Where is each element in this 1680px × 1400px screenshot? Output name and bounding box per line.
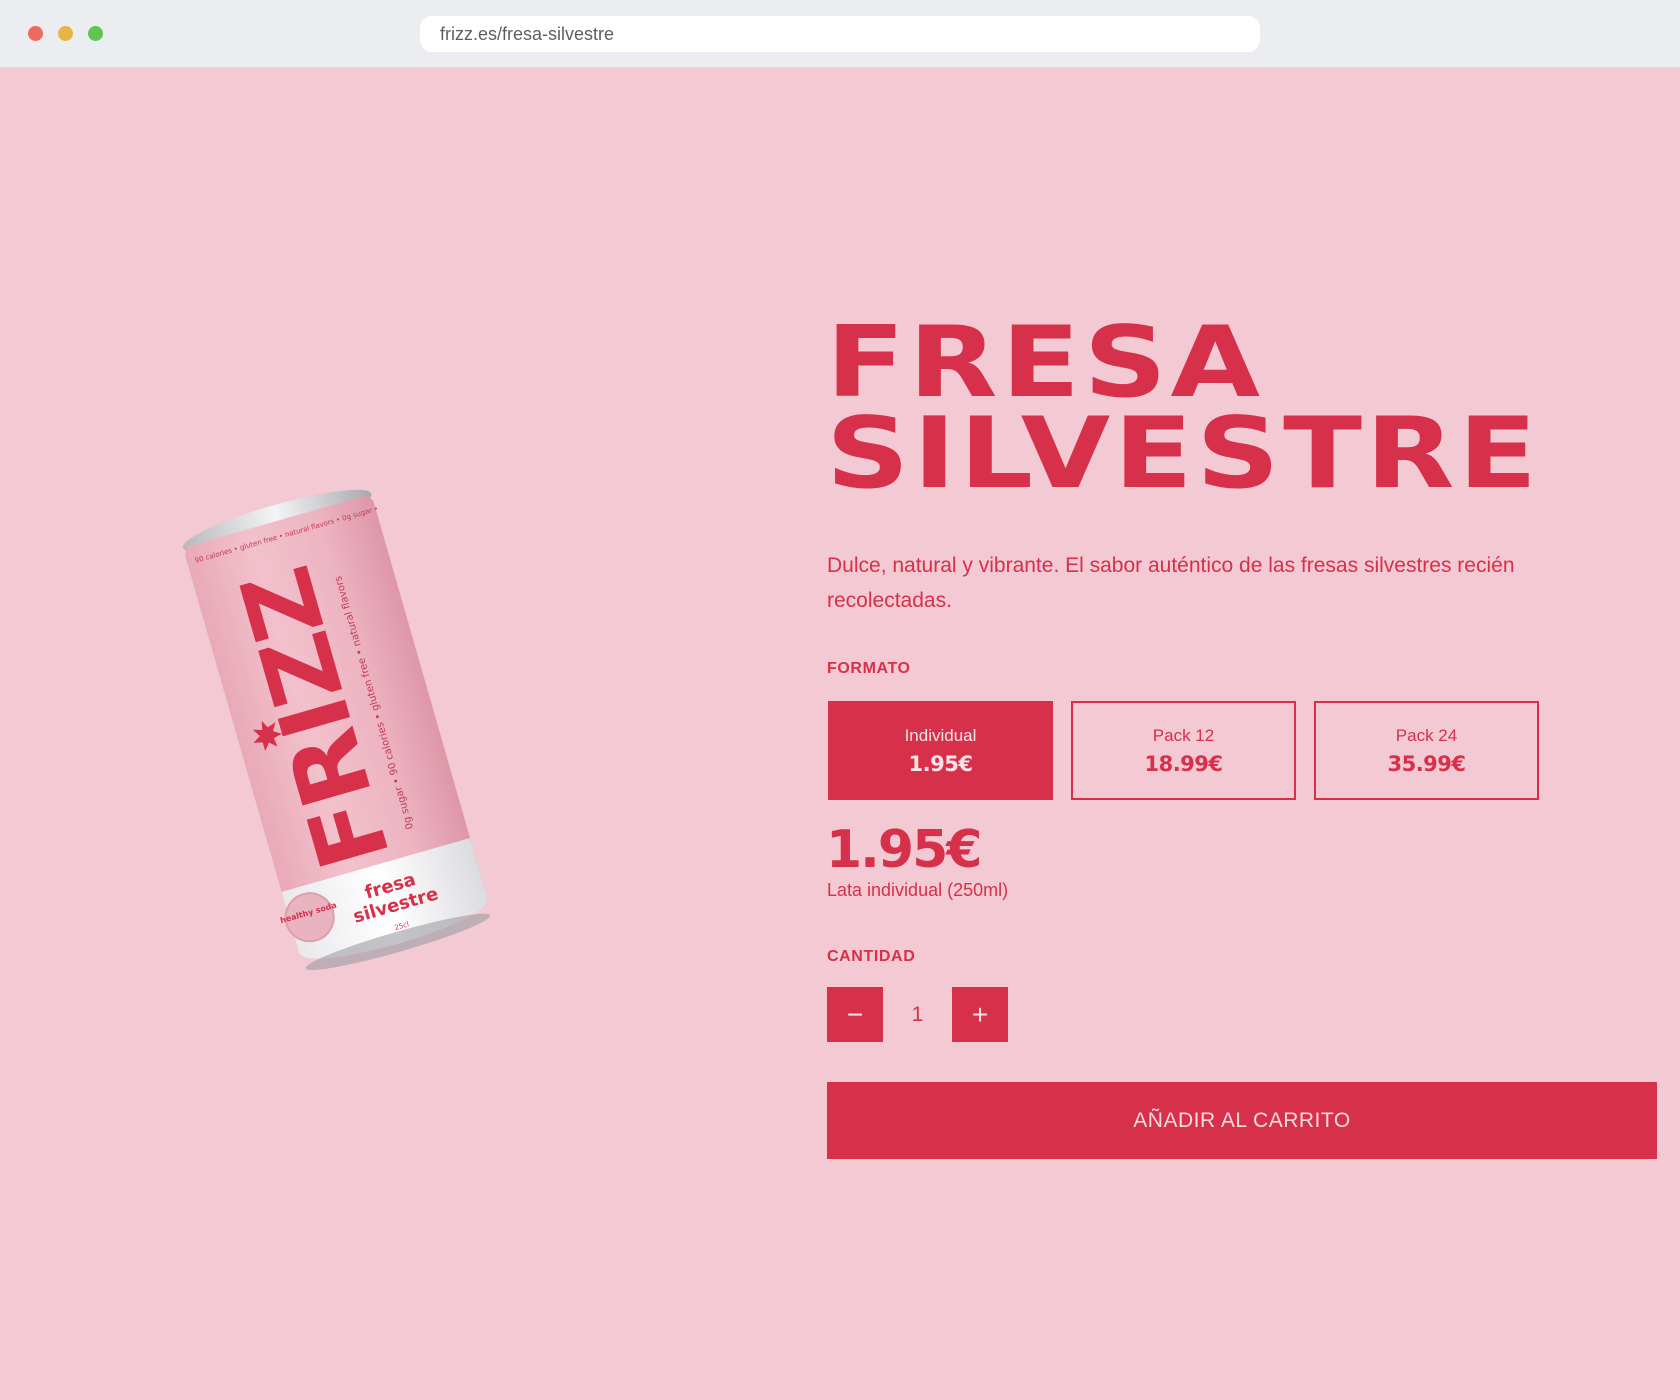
window-minimize-button[interactable] [58,26,73,41]
url-text: frizz.es/fresa-silvestre [440,23,615,44]
product-title-line1: FRESA [826,306,1264,420]
format-option-name: Pack 12 [1152,725,1215,745]
quantity-label: CANTIDAD [827,948,916,965]
plus-icon: + [971,998,989,1030]
add-to-cart-button[interactable]: AÑADIR AL CARRITO [827,1082,1657,1159]
quantity-decrease-button[interactable]: − [827,987,883,1042]
quantity-increase-button[interactable]: + [952,987,1008,1042]
format-option-pack-12[interactable]: Pack 12 18.99€ [1071,701,1296,800]
format-option-price: 1.95€ [908,751,973,776]
format-label: FORMATO [827,660,911,677]
format-option-individual[interactable]: Individual 1.95€ [828,701,1053,800]
window-close-button[interactable] [28,26,43,41]
address-bar[interactable]: frizz.es/fresa-silvestre [420,16,1260,52]
minus-icon: − [846,998,864,1030]
product-image: 90 calories • gluten free • natural flav… [160,450,520,1030]
product-price: 1.95€ [826,820,982,880]
format-option-name: Pack 24 [1395,725,1458,745]
browser-chrome: frizz.es/fresa-silvestre [0,0,1680,68]
format-option-name: Individual [904,725,977,745]
format-option-price: 35.99€ [1387,751,1466,776]
product-title: FRESA SILVESTRE [826,306,1569,512]
price-note: Lata individual (250ml) [827,880,1009,900]
quantity-value[interactable]: 1 [883,987,952,1042]
format-option-price: 18.99€ [1144,751,1223,776]
window-maximize-button[interactable] [88,26,103,41]
product-title-line2: SILVESTRE [826,397,1541,512]
product-description: Dulce, natural y vibrante. El sabor auté… [827,554,1515,612]
format-option-pack-24[interactable]: Pack 24 35.99€ [1314,701,1539,800]
can-illustration: 90 calories • gluten free • natural flav… [182,489,491,971]
